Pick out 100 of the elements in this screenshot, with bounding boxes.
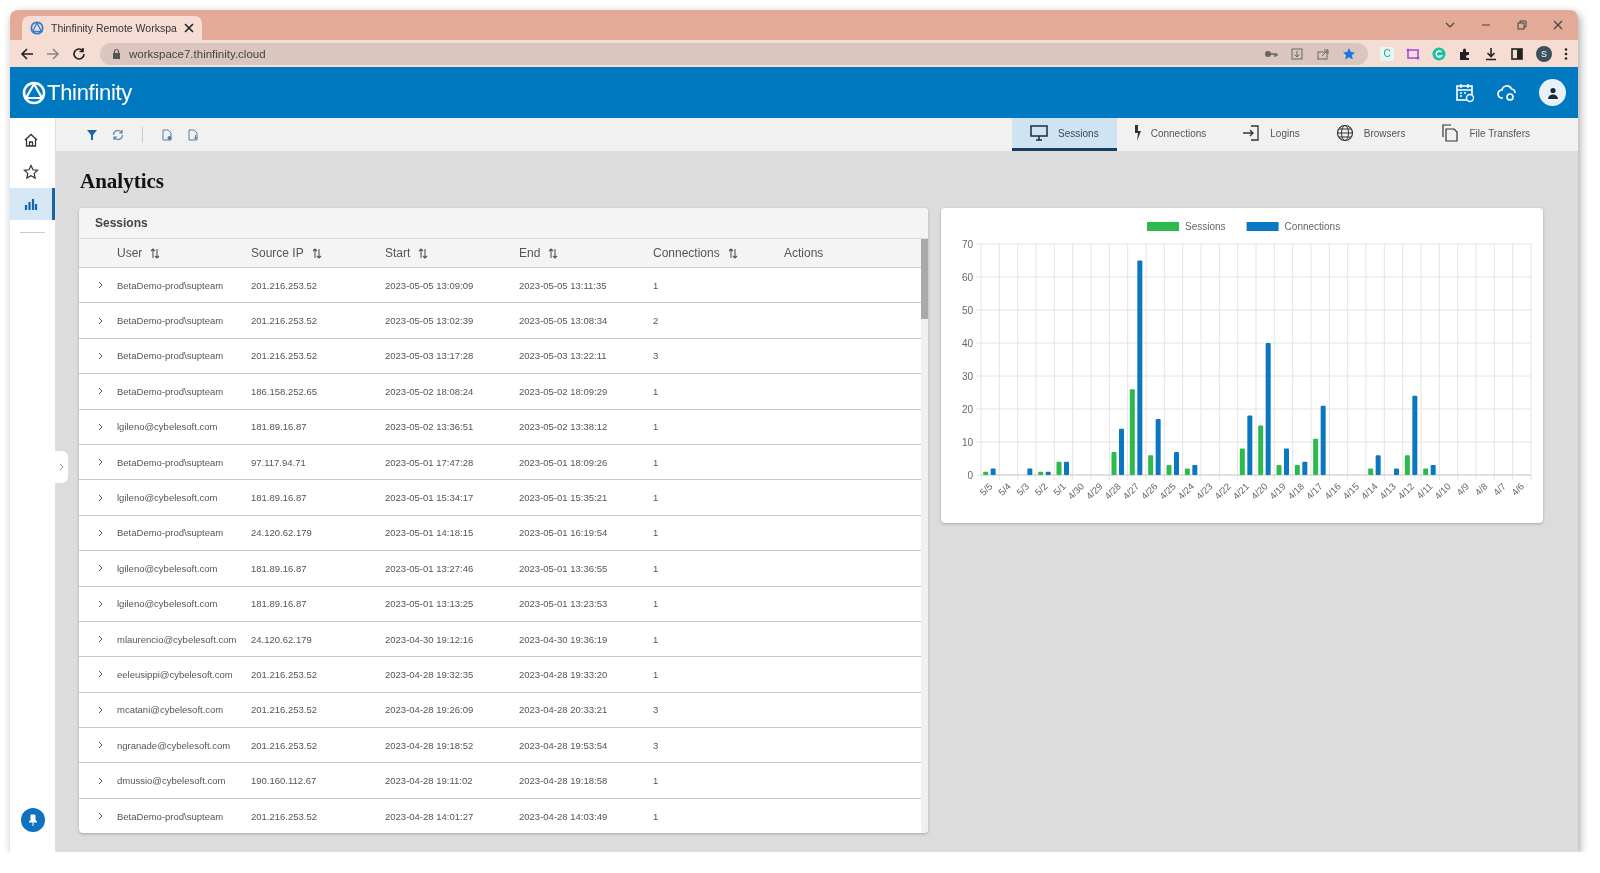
expand-chevron-icon[interactable] bbox=[97, 776, 103, 785]
chart-bar bbox=[1294, 465, 1300, 475]
expand-chevron-icon[interactable] bbox=[97, 387, 103, 396]
download-icon[interactable] bbox=[1484, 46, 1498, 61]
axis-tick-label: 4/11 bbox=[1414, 480, 1435, 501]
table-cell-text: 201.216.253.52 bbox=[251, 279, 319, 291]
axis-tick-label: 4/6 bbox=[1509, 480, 1527, 498]
column-header[interactable]: User bbox=[117, 246, 251, 260]
table-cell-text: lgileno@cybelesoft.com bbox=[117, 598, 219, 610]
table-cell-text: dmussio@cybelesoft.com bbox=[117, 775, 227, 787]
table-cell-text: 2023-04-28 14:01:27 bbox=[385, 810, 475, 822]
table-cell-text: 1 bbox=[653, 385, 660, 397]
refresh-icon[interactable] bbox=[112, 128, 124, 141]
expand-chevron-icon[interactable] bbox=[97, 458, 103, 467]
share-icon[interactable] bbox=[1316, 46, 1330, 61]
download-document-icon[interactable] bbox=[187, 128, 199, 141]
table-cell-text: BetaDemo-prod\supteam bbox=[117, 810, 225, 822]
axis-tick-label: 40 bbox=[961, 338, 973, 349]
pin-button[interactable] bbox=[20, 808, 45, 832]
logo-icon bbox=[22, 80, 46, 105]
table-cell-text: 2023-04-28 19:18:52 bbox=[385, 739, 475, 751]
axis-tick-label: 30 bbox=[961, 371, 973, 382]
table-cell-text: 2023-05-03 13:17:28 bbox=[385, 350, 475, 362]
axis-tick-label: 70 bbox=[961, 239, 973, 250]
puzzle-frame-icon[interactable] bbox=[1406, 46, 1420, 61]
more-icon[interactable] bbox=[1564, 46, 1568, 61]
chart-icon bbox=[23, 196, 39, 212]
expand-chevron-icon[interactable] bbox=[97, 564, 103, 573]
table-cell-text: 181.89.16.87 bbox=[251, 562, 308, 574]
star-icon bbox=[23, 164, 39, 180]
table-cell-text: 201.216.253.52 bbox=[251, 669, 319, 680]
lightning-icon bbox=[1134, 125, 1141, 141]
column-header[interactable]: Connections bbox=[653, 246, 784, 260]
axis-tick-label: 4/8 bbox=[1472, 480, 1490, 498]
column-header[interactable]: Start bbox=[385, 246, 519, 260]
documents-icon bbox=[1441, 124, 1460, 142]
chart-bar bbox=[1404, 455, 1410, 475]
profile-avatar[interactable]: S bbox=[1536, 45, 1552, 62]
table-cell-text: 2 bbox=[653, 315, 660, 327]
table-cell-text: 2023-05-02 13:36:51 bbox=[385, 421, 475, 433]
monitor-icon bbox=[1030, 124, 1049, 142]
view-tab[interactable]: Browsers bbox=[1317, 118, 1424, 151]
key-icon[interactable] bbox=[1264, 48, 1278, 59]
site-logo-icon bbox=[30, 21, 44, 35]
person-icon bbox=[1546, 86, 1559, 99]
export-document-icon[interactable] bbox=[161, 128, 173, 141]
axis-tick-label: 4/9 bbox=[1454, 480, 1472, 498]
legend-label: Connections bbox=[1284, 221, 1341, 232]
expand-chevron-icon[interactable] bbox=[97, 281, 103, 290]
back-icon[interactable] bbox=[20, 46, 34, 61]
chart-bar bbox=[1239, 448, 1245, 475]
table-cell-text: 2023-05-01 17:47:28 bbox=[385, 456, 475, 468]
view-tab[interactable]: File Transfers bbox=[1423, 118, 1548, 151]
expand-chevron-icon[interactable] bbox=[97, 528, 103, 537]
chart-bar bbox=[1276, 465, 1282, 475]
table-cell-text: 2023-04-28 19:18:58 bbox=[519, 775, 609, 787]
scrollbar[interactable] bbox=[921, 239, 928, 833]
expand-chevron-icon[interactable] bbox=[97, 599, 103, 608]
table-cell-text: 181.89.16.87 bbox=[251, 598, 308, 610]
expand-chevron-icon[interactable] bbox=[97, 705, 103, 714]
expand-chevron-icon[interactable] bbox=[97, 741, 103, 750]
lock-icon bbox=[112, 48, 121, 59]
column-header[interactable]: End bbox=[519, 246, 653, 260]
reload-icon[interactable] bbox=[72, 46, 86, 61]
view-tab[interactable]: Connections bbox=[1116, 118, 1225, 151]
table-cell-text: 2023-05-01 15:34:17 bbox=[385, 492, 475, 504]
table-cell-text: 1 bbox=[653, 633, 660, 645]
restore-icon[interactable] bbox=[1516, 19, 1528, 31]
cloud-settings-icon[interactable] bbox=[1497, 82, 1517, 103]
address-bar[interactable]: workspace7.thinfinity.cloud bbox=[100, 42, 1368, 65]
forward-icon[interactable] bbox=[46, 46, 60, 61]
expand-chevron-icon[interactable] bbox=[97, 670, 103, 679]
globe-icon bbox=[1335, 124, 1354, 142]
star-icon[interactable] bbox=[1342, 46, 1356, 61]
side-panel-icon[interactable] bbox=[1510, 46, 1524, 61]
expand-chevron-icon[interactable] bbox=[97, 316, 103, 325]
expand-chevron-icon[interactable] bbox=[97, 493, 103, 502]
view-tab[interactable]: Logins bbox=[1224, 118, 1318, 151]
table-cell-text: 1 bbox=[653, 279, 660, 291]
expand-handle[interactable] bbox=[54, 451, 68, 483]
user-avatar[interactable] bbox=[1539, 79, 1566, 106]
column-header[interactable]: Source IP bbox=[251, 246, 385, 260]
table-cell-text: 186.158.252.65 bbox=[251, 385, 319, 397]
browser-tab[interactable]: Thinfinity Remote Workspa bbox=[22, 16, 202, 40]
calendar-icon[interactable] bbox=[1455, 82, 1475, 103]
filter-icon[interactable] bbox=[86, 128, 98, 141]
table-cell-text: eeleusippi@cybelesoft.com bbox=[117, 669, 234, 680]
table-cell-text: 1 bbox=[653, 421, 660, 433]
expand-chevron-icon[interactable] bbox=[97, 422, 103, 431]
extensions-icon[interactable] bbox=[1458, 46, 1472, 61]
sidebar-item[interactable] bbox=[10, 188, 55, 220]
close-icon[interactable] bbox=[183, 23, 194, 33]
expand-chevron-icon[interactable] bbox=[97, 635, 103, 644]
table-cell-text: 2023-05-05 13:02:39 bbox=[385, 315, 475, 327]
axis-tick-label: 4/22 bbox=[1212, 480, 1233, 502]
expand-chevron-icon[interactable] bbox=[97, 812, 103, 821]
axis-tick-label: 4/25 bbox=[1157, 480, 1178, 502]
expand-chevron-icon[interactable] bbox=[97, 351, 103, 360]
view-tab[interactable]: Sessions bbox=[1012, 118, 1117, 151]
table-cell-text: 2023-05-05 13:11:35 bbox=[519, 279, 608, 291]
